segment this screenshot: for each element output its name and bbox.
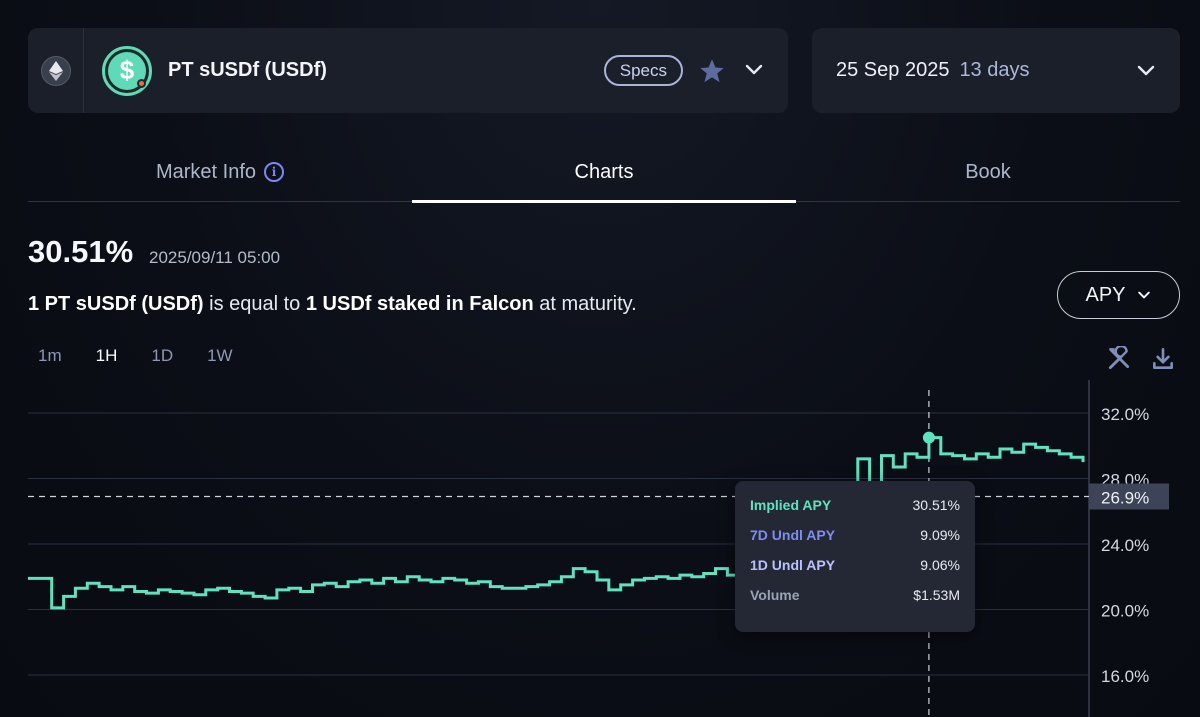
specs-button[interactable]: Specs [603,55,683,86]
susdf-token-icon: $ [102,45,152,96]
tab-book-label: Book [965,161,1011,183]
tab-market-info[interactable]: Market Info i [28,150,412,201]
tooltip-label: Volume [750,587,800,603]
market-selector[interactable]: $ PT sUSDf (USDf) Specs [28,28,788,113]
range-1m[interactable]: 1m [28,346,62,366]
chevron-down-icon[interactable] [744,59,764,79]
metric-dropdown-label: APY [1085,283,1126,306]
tooltip-label: 1D Undl APY [750,557,836,573]
info-icon[interactable]: i [264,162,285,182]
timestamp: 2025/09/11 05:00 [149,248,281,267]
tooltip-value: 9.09% [920,527,960,543]
market-name: PT sUSDf (USDf) [168,59,327,81]
tooltip-label: Implied APY [750,497,832,513]
tooltip-row-7d-undl-apy: 7D Undl APY 9.09% [750,527,960,557]
desc-connector: is equal to [203,293,306,315]
y-tick-label: 32.0% [1101,405,1149,424]
reference-label: 26.9% [1101,489,1149,508]
tooltip-value: $1.53M [913,587,960,603]
y-axis-ticks: 32.0%28.0%24.0%20.0%16.0% [1101,405,1149,686]
chart-tooltip: Implied APY 30.51% 7D Undl APY 9.09% 1D … [735,481,975,632]
y-tick-label: 20.0% [1101,602,1149,621]
implied-apy-chart[interactable]: 32.0%28.0%24.0%20.0%16.0% 26.9% [0,380,1200,717]
desc-pt-amount: 1 PT sUSDf (USDf) [28,293,204,315]
tab-book[interactable]: Book [796,150,1180,201]
chevron-down-icon [1137,291,1150,299]
tooltip-label: 7D Undl APY [750,527,836,543]
crosshair-point [922,431,935,444]
tab-charts[interactable]: Charts [412,150,796,203]
chain-selector[interactable] [28,28,84,113]
desc-underlying: 1 USDf staked in Falcon [305,293,534,315]
tooltip-row-volume: Volume $1.53M [750,587,960,617]
tooltip-row-1d-undl-apy: 1D Undl APY 9.06% [750,557,960,587]
current-implied-apy: 30.51% [28,234,134,269]
tooltip-value: 9.06% [920,557,960,573]
tools-icon[interactable] [1106,346,1132,372]
y-tick-label: 24.0% [1101,536,1149,555]
desc-suffix: at maturity. [533,293,637,315]
favorite-star-icon[interactable] [698,57,726,85]
maturity-description: 1 PT sUSDf (USDf) is equal to 1 USDf sta… [28,293,637,316]
tooltip-row-implied-apy: Implied APY 30.51% [750,497,960,527]
maturity-selector[interactable]: 25 Sep 2025 13 days [812,28,1180,113]
metric-dropdown[interactable]: APY [1057,271,1180,319]
maturity-date: 25 Sep 2025 [836,59,950,81]
range-1w[interactable]: 1W [197,346,233,366]
tab-charts-label: Charts [574,161,634,183]
tooltip-value: 30.51% [912,497,960,513]
range-1d[interactable]: 1D [141,346,173,366]
tab-bar: Market Info i Charts Book [28,150,1180,203]
download-icon[interactable] [1150,346,1176,372]
tab-market-info-label: Market Info [155,161,257,183]
range-1h[interactable]: 1H [86,346,118,366]
reference-line: 26.9% [28,483,1169,510]
ethereum-icon [40,55,71,86]
time-range-selector: 1m 1H 1D 1W [28,346,257,366]
top-bar: $ PT sUSDf (USDf) Specs 25 Sep 2025 13 d… [28,28,1180,113]
maturity-days-left: 13 days [959,59,1030,81]
y-tick-label: 16.0% [1101,667,1149,686]
chevron-down-icon[interactable] [1136,60,1156,80]
